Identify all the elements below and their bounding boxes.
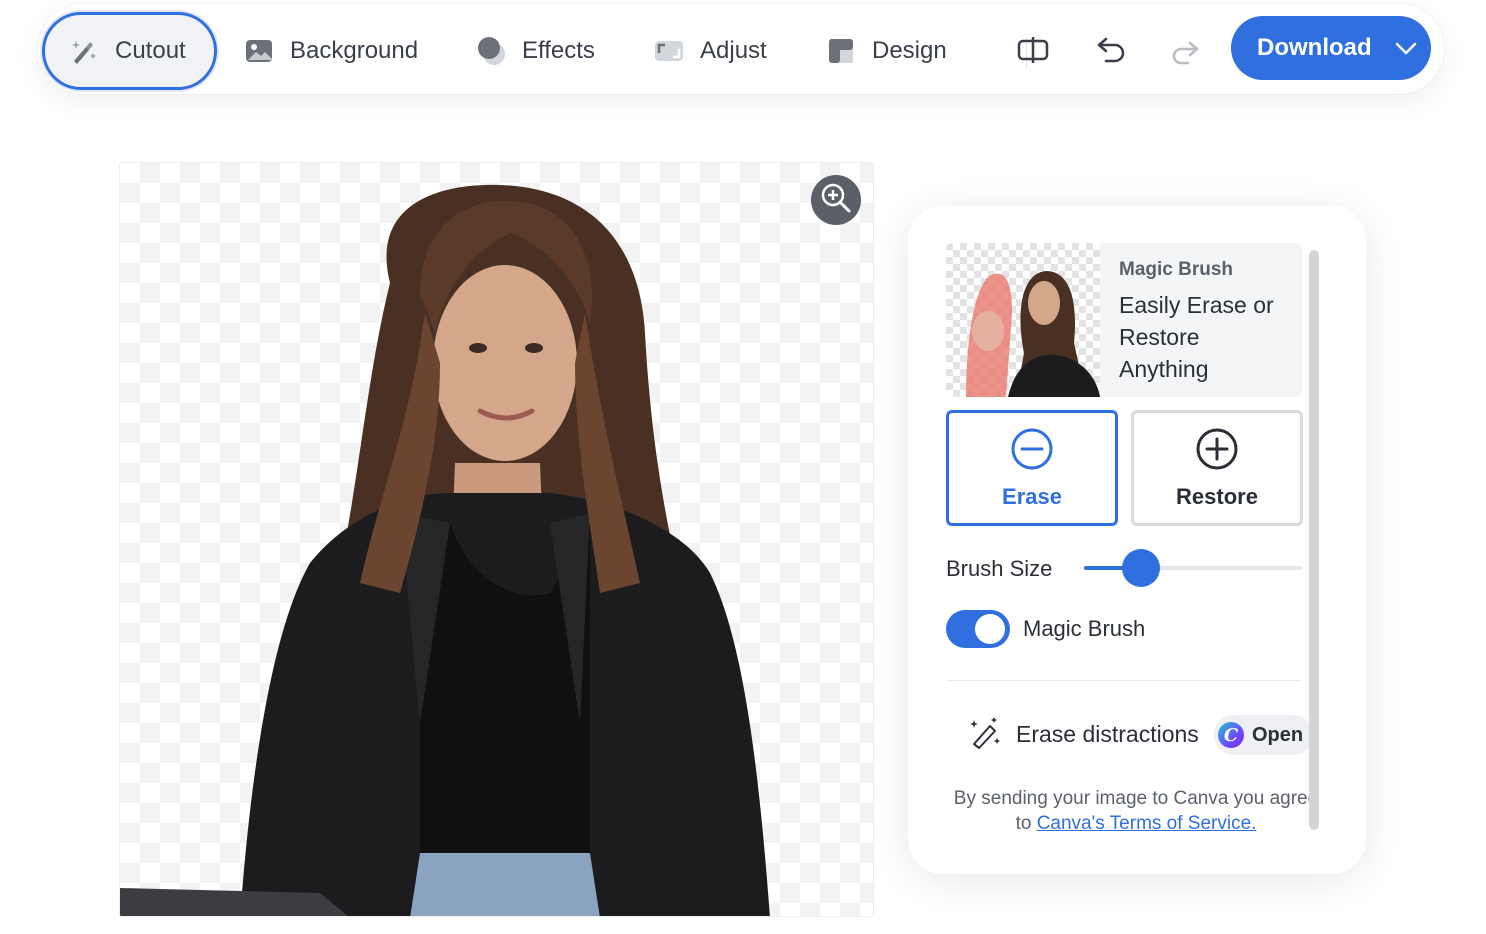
- image-canvas[interactable]: [119, 162, 874, 917]
- undo-button[interactable]: [1089, 30, 1133, 74]
- compare-icon: [1016, 33, 1050, 72]
- tab-design[interactable]: Design: [824, 12, 947, 90]
- tab-background[interactable]: Background: [242, 12, 418, 90]
- redo-button[interactable]: [1163, 30, 1207, 74]
- top-toolbar: Cutout Background Effects Adjust Design …: [38, 4, 1444, 94]
- erase-mode-button[interactable]: Erase: [946, 410, 1118, 526]
- promo-thumbnail: [946, 243, 1100, 397]
- erase-label: Erase: [1002, 484, 1062, 509]
- magic-brush-promo: Magic Brush Easily Erase or Restore Anyt…: [946, 243, 1302, 397]
- tab-cutout-label: Cutout: [115, 37, 186, 64]
- brush-size-handle[interactable]: [1121, 549, 1160, 587]
- adjust-icon: [652, 34, 686, 68]
- terms-link[interactable]: Canva's Terms of Service.: [1037, 813, 1257, 834]
- download-label: Download: [1257, 34, 1372, 61]
- tab-cutout[interactable]: Cutout: [42, 12, 217, 90]
- minus-circle-icon: [1009, 426, 1055, 478]
- erase-distractions-label: Erase distractions: [1016, 721, 1199, 747]
- open-in-canva-button[interactable]: C Open: [1214, 715, 1314, 755]
- magic-brush-label: Magic Brush: [1023, 616, 1146, 641]
- tab-adjust-label: Adjust: [700, 37, 767, 64]
- brush-size-slider[interactable]: [1084, 549, 1302, 587]
- tab-effects-label: Effects: [522, 37, 595, 64]
- open-label: Open: [1252, 723, 1304, 746]
- design-icon: [824, 34, 858, 68]
- restore-label: Restore: [1176, 484, 1258, 509]
- compare-button[interactable]: [1011, 30, 1055, 74]
- effects-icon: [474, 34, 508, 68]
- panel-divider: [946, 680, 1302, 681]
- image-icon: [242, 34, 276, 68]
- portrait-image: [120, 184, 770, 916]
- magic-brush-toggle[interactable]: [946, 610, 1010, 648]
- restore-mode-button[interactable]: Restore: [1131, 410, 1303, 526]
- promo-kicker: Magic Brush: [1119, 259, 1234, 280]
- toggle-knob: [975, 614, 1005, 644]
- zoom-in-icon: [819, 181, 853, 220]
- erase-distractions-button[interactable]: Erase distractions: [966, 714, 1199, 755]
- tab-adjust[interactable]: Adjust: [652, 12, 767, 90]
- magic-eraser-icon: [966, 714, 1002, 755]
- plus-circle-icon: [1194, 426, 1240, 478]
- tab-effects[interactable]: Effects: [474, 12, 595, 90]
- chevron-down-icon: [1394, 36, 1418, 60]
- zoom-in-button[interactable]: [811, 175, 861, 225]
- download-button[interactable]: Download: [1231, 16, 1431, 80]
- panel-scrollbar[interactable]: [1309, 250, 1319, 830]
- canva-logo-icon: C: [1218, 722, 1244, 748]
- undo-icon: [1094, 33, 1128, 72]
- magic-wand-icon: [67, 34, 101, 68]
- tab-design-label: Design: [872, 37, 947, 64]
- cutout-panel: Magic Brush Easily Erase or Restore Anyt…: [908, 206, 1366, 874]
- redo-icon: [1168, 33, 1202, 72]
- brush-size-label: Brush Size: [946, 556, 1053, 581]
- terms-notice: By sending your image to Canva you agree…: [946, 786, 1326, 836]
- tab-background-label: Background: [290, 37, 419, 64]
- promo-title: Easily Erase or Restore Anything: [1119, 292, 1274, 382]
